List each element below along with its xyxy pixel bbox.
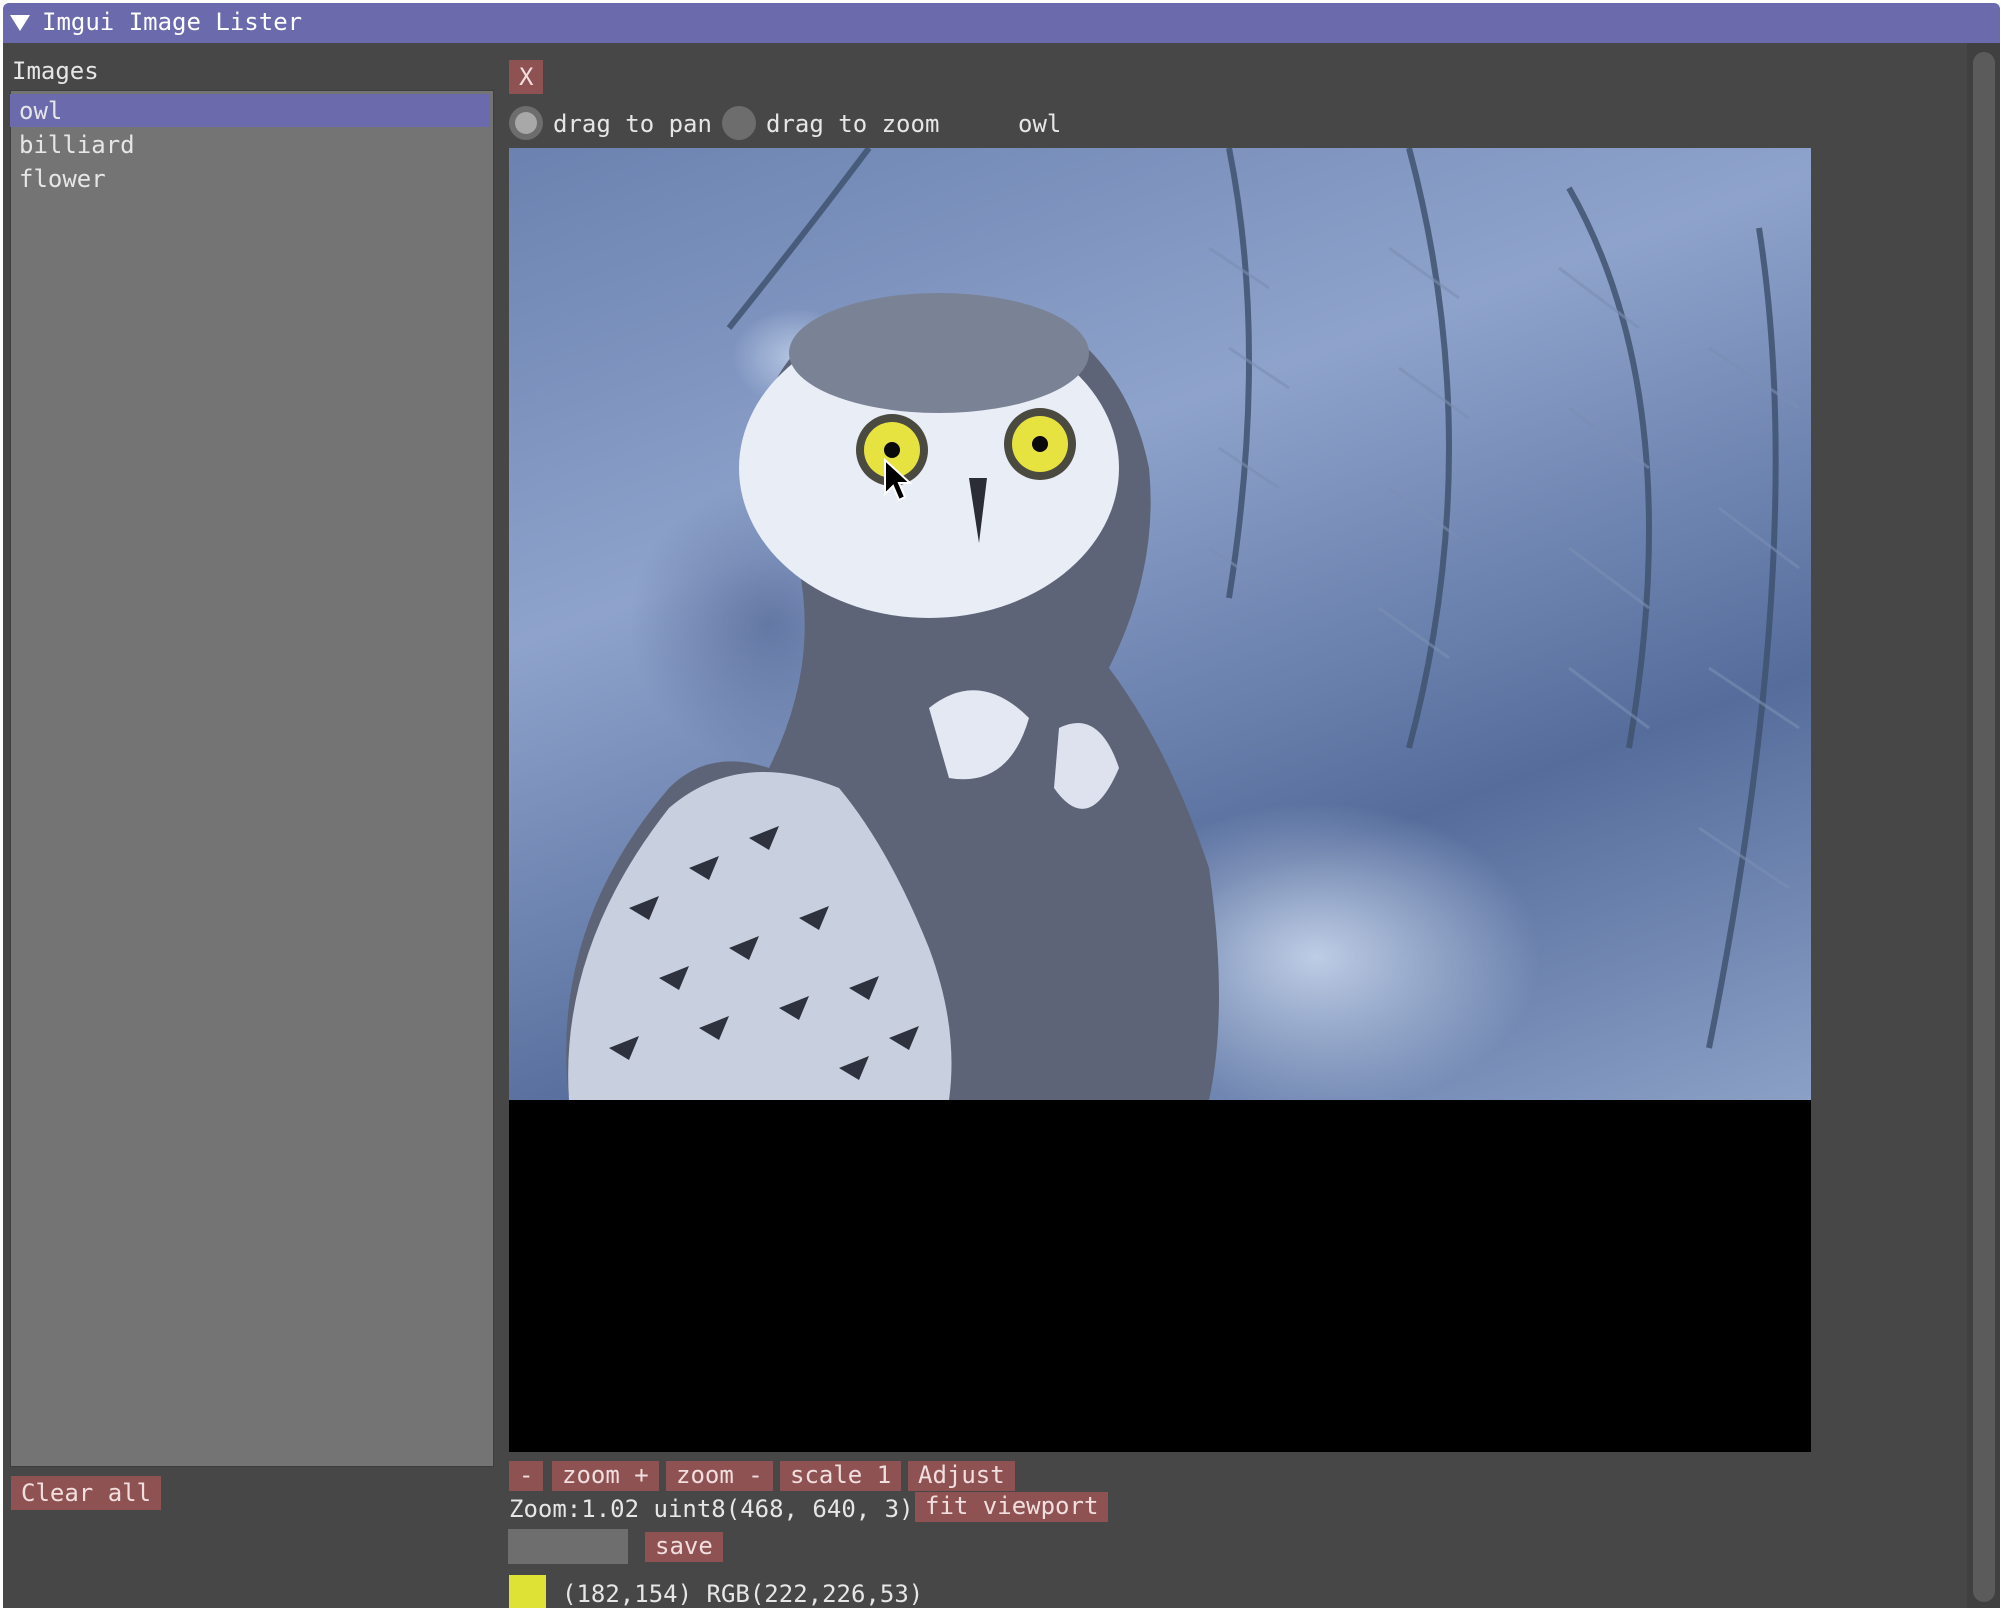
clear-all-button[interactable]: Clear all [11,1476,162,1510]
list-item-owl[interactable]: owl [10,94,490,127]
zoom-out-button[interactable]: zoom - [666,1461,773,1491]
drag-to-pan-label[interactable]: drag to pan [553,110,712,138]
list-item-label: flower [19,165,106,193]
list-item-label: owl [19,97,63,125]
save-button[interactable]: save [645,1532,723,1562]
zoom-info-text: Zoom:1.02 uint8(468, 640, 3) [509,1495,914,1523]
triangle-down-icon[interactable] [10,15,30,31]
radio-dot-icon [515,112,537,134]
app-root: Imgui Image Lister Images owl billiard f… [0,0,2001,1608]
scrollbar-thumb[interactable] [1973,52,1995,1602]
list-item-billiard[interactable]: billiard [10,128,490,161]
pixel-color-swatch [509,1575,546,1608]
image-viewport[interactable] [509,148,1811,1452]
current-image-name: owl [1018,110,1062,138]
list-item-label: billiard [19,131,135,159]
images-list[interactable] [10,90,494,1467]
zoom-in-button[interactable]: zoom + [552,1461,659,1491]
images-list-header: Images [12,57,99,85]
list-item-flower[interactable]: flower [10,162,490,195]
drag-to-zoom-label[interactable]: drag to zoom [766,110,939,138]
pixel-info-text: (182,154) RGB(222,226,53) [562,1580,924,1608]
close-image-button[interactable]: X [509,60,544,94]
drag-to-zoom-radio[interactable] [722,106,756,140]
zoom-minus-small-button[interactable]: - [509,1461,544,1491]
scale-one-button[interactable]: scale 1 [780,1461,902,1491]
window-title-bar[interactable]: Imgui Image Lister [3,3,2000,43]
fit-viewport-button[interactable]: fit viewport [915,1492,1109,1522]
filename-input[interactable] [508,1529,628,1564]
adjust-button[interactable]: Adjust [908,1461,1015,1491]
drag-to-pan-radio[interactable] [509,106,543,140]
owl-image[interactable] [509,148,1811,1100]
window-title: Imgui Image Lister [42,8,303,36]
